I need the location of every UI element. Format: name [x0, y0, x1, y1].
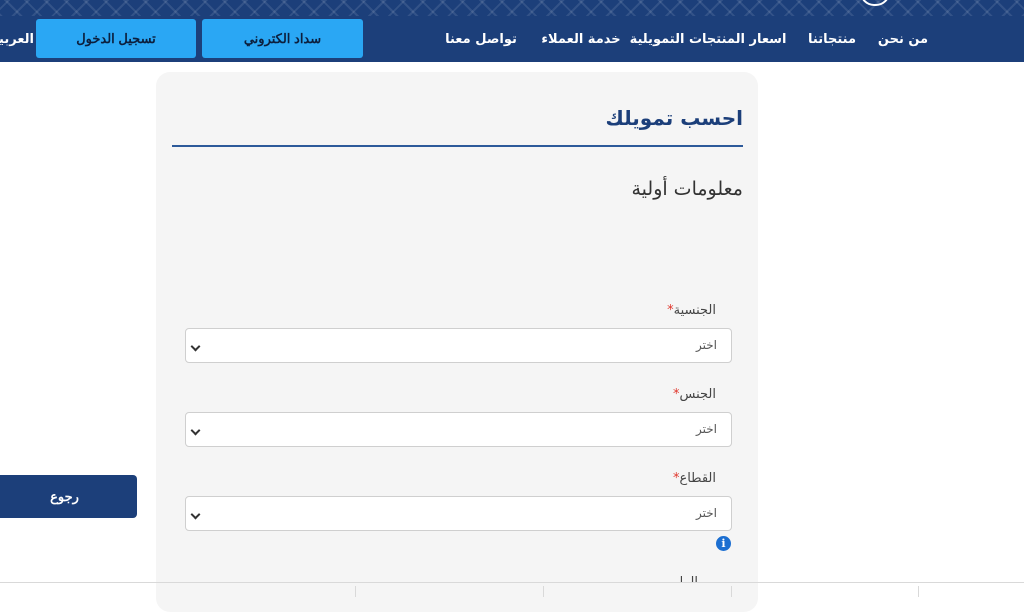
- sector-select-value: اختر: [696, 506, 717, 520]
- footer-separator: [731, 586, 732, 597]
- nav-products[interactable]: منتجاتنا: [808, 32, 856, 47]
- finance-calculator-card: احسب تمويلك معلومات أولية الجنسية* اختر …: [156, 72, 758, 612]
- gender-label-text: الجنس: [679, 387, 716, 402]
- gender-select[interactable]: اختر: [185, 412, 732, 447]
- sector-label-text: القطاع: [679, 471, 716, 486]
- chevron-down-icon: [190, 341, 201, 352]
- title-divider: [172, 145, 743, 147]
- gender-select-value: اختر: [696, 422, 717, 436]
- login-button[interactable]: تسجيل الدخول: [36, 19, 196, 58]
- nationality-select-value: اختر: [696, 338, 717, 352]
- info-icon[interactable]: i: [716, 536, 731, 551]
- footer-separator: [543, 586, 544, 597]
- chevron-down-icon: [190, 425, 201, 436]
- chevron-down-icon: [190, 509, 201, 520]
- nav-contact[interactable]: تواصل معنا: [445, 32, 517, 47]
- nationality-select[interactable]: اختر: [185, 328, 732, 363]
- section-title: معلومات أولية: [631, 178, 743, 200]
- page-title: احسب تمويلك: [605, 106, 743, 130]
- back-button[interactable]: رجوع: [0, 475, 137, 518]
- nav-prices[interactable]: اسعار المنتجات التمويلية: [630, 32, 787, 47]
- sector-select[interactable]: اختر: [185, 496, 732, 531]
- gender-label: الجنس*: [671, 387, 716, 402]
- nav-about[interactable]: من نحن: [878, 32, 928, 47]
- footer-separator: [918, 586, 919, 597]
- nationality-label-text: الجنسية: [673, 303, 716, 318]
- footer-separator: [355, 586, 356, 597]
- top-navigation-bar: من نحن منتجاتنا اسعار المنتجات التمويلية…: [0, 0, 1024, 62]
- nationality-label: الجنسية*: [665, 303, 716, 318]
- footer-divider: [0, 582, 1024, 583]
- nav-customer-service[interactable]: خدمة العملاء: [541, 32, 620, 47]
- epayment-button[interactable]: سداد الكتروني: [202, 19, 363, 58]
- language-switcher[interactable]: العربية: [0, 32, 34, 47]
- sector-label: القطاع*: [671, 471, 716, 486]
